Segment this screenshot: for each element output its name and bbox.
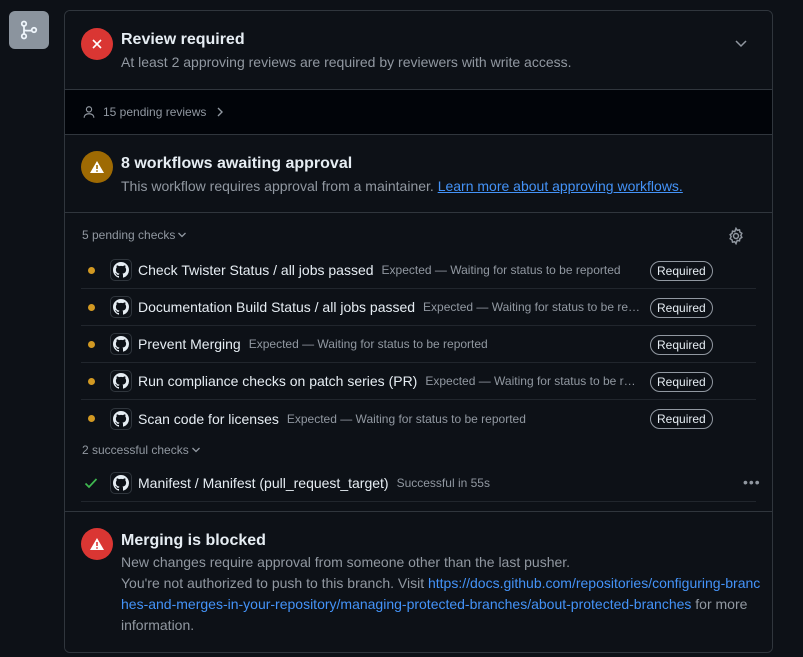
merging-title: Merging is blocked [121, 532, 266, 549]
pending-reviews-link[interactable]: 15 pending reviews [82, 103, 224, 121]
workflows-section: 8 workflows awaiting approval This workf… [65, 134, 772, 212]
check-desc: Successful in 55s [396, 476, 490, 490]
check-icon [84, 477, 100, 489]
pending-dot-icon [88, 303, 95, 311]
check-name: Run compliance checks on patch series (P… [138, 373, 418, 389]
learn-more-link[interactable]: Learn more about approving workflows. [438, 178, 683, 194]
chevron-right-icon [217, 107, 224, 117]
pending-dot-icon [88, 266, 95, 274]
git-branch-icon [9, 11, 49, 49]
required-badge: Required [650, 409, 713, 429]
check-name: Manifest / Manifest (pull_request_target… [138, 475, 389, 491]
required-badge: Required [650, 298, 713, 318]
required-badge: Required [650, 335, 713, 355]
check-row[interactable]: Check Twister Status / all jobs passed E… [81, 252, 756, 289]
github-icon [110, 407, 132, 430]
github-icon [110, 472, 132, 494]
github-icon [110, 259, 132, 281]
merge-box: Review required At least 2 approving rev… [64, 10, 773, 653]
pending-checks-label: 5 pending checks [82, 228, 176, 242]
merging-line2: You're not authorized to push to this br… [121, 573, 761, 636]
check-row[interactable]: Documentation Build Status / all jobs pa… [81, 289, 756, 326]
person-icon [83, 106, 95, 118]
chevron-down-icon [191, 447, 200, 453]
check-row[interactable]: Run compliance checks on patch series (P… [81, 363, 756, 400]
workflows-subtitle-text: This workflow requires approval from a m… [121, 178, 434, 194]
gear-icon[interactable] [727, 227, 745, 245]
pending-dot-icon [88, 377, 95, 385]
pending-dot-icon [88, 340, 95, 348]
successful-checks-toggle[interactable]: 2 successful checks [82, 443, 201, 457]
check-desc: Expected — Waiting for status to be repo… [423, 300, 642, 314]
chevron-down-icon [178, 232, 187, 238]
chevron-down-icon[interactable] [731, 36, 751, 52]
check-row[interactable]: Scan code for licenses Expected — Waitin… [81, 400, 756, 437]
alert-icon [81, 151, 113, 183]
check-name: Scan code for licenses [138, 410, 279, 427]
x-circle-icon [81, 28, 113, 60]
kebab-menu-icon[interactable]: ••• [743, 474, 761, 490]
merging-line2-prefix: You're not authorized to push to this br… [121, 575, 425, 591]
review-title: Review required [121, 31, 245, 48]
merging-line1: New changes require approval from someon… [121, 554, 571, 570]
check-row[interactable]: Prevent Merging Expected — Waiting for s… [81, 326, 756, 363]
pending-checks-toggle[interactable]: 5 pending checks [82, 228, 187, 242]
check-name: Check Twister Status / all jobs passed [138, 262, 374, 278]
successful-checks-label: 2 successful checks [82, 443, 189, 457]
merging-message: New changes require approval from someon… [121, 552, 761, 636]
required-badge: Required [650, 261, 713, 281]
github-icon [110, 333, 132, 355]
check-desc: Expected — Waiting for status to be repo… [425, 374, 642, 388]
workflows-subtitle: This workflow requires approval from a m… [121, 178, 683, 194]
check-desc: Expected — Waiting for status to be repo… [286, 411, 526, 426]
pending-reviews-label: 15 pending reviews [103, 105, 207, 119]
check-name: Documentation Build Status / all jobs pa… [138, 299, 416, 315]
github-icon [110, 370, 132, 392]
review-section: Review required At least 2 approving rev… [65, 11, 772, 89]
pending-dot-icon [88, 415, 95, 422]
workflows-title: 8 workflows awaiting approval [121, 155, 353, 172]
alert-icon [81, 528, 113, 560]
check-desc: Expected — Waiting for status to be repo… [248, 337, 488, 351]
github-icon [110, 296, 132, 318]
check-name: Prevent Merging [138, 336, 241, 352]
check-row[interactable]: Manifest / Manifest (pull_request_target… [81, 465, 760, 502]
review-subtitle: At least 2 approving reviews are require… [121, 54, 572, 70]
check-desc: Expected — Waiting for status to be repo… [381, 263, 621, 277]
required-badge: Required [650, 372, 713, 392]
